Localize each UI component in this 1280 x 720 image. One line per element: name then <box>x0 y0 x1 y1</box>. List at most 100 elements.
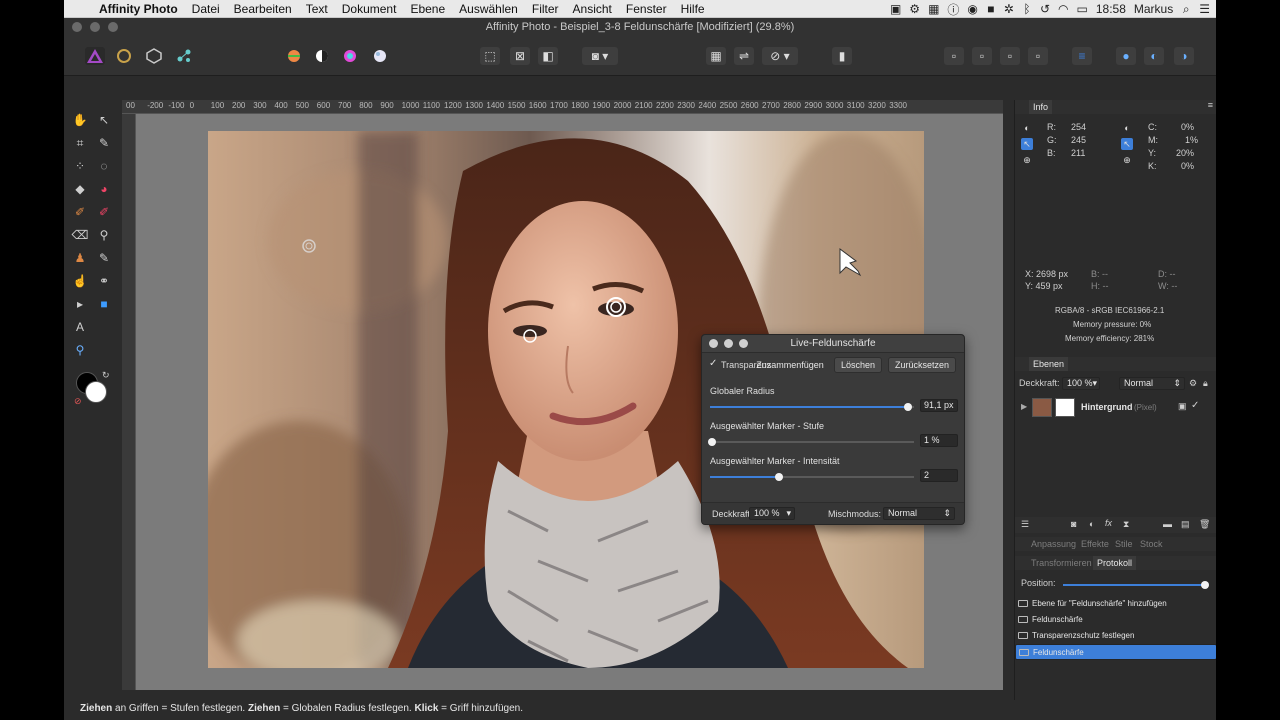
menu-text[interactable]: Text <box>299 2 335 16</box>
tab-stock[interactable]: Stock <box>1140 537 1163 551</box>
secondary-color-swatch[interactable] <box>85 381 107 403</box>
flood-fill-tool-icon[interactable]: ◆ <box>70 179 90 199</box>
zoom-window-button[interactable] <box>108 22 118 32</box>
gradient-tool-icon[interactable]: ◕ <box>94 179 114 199</box>
node-tool-icon[interactable]: ▸ <box>70 294 90 314</box>
snapping-icon[interactable]: ⇌ <box>734 47 754 65</box>
clone-tool-icon[interactable]: ♟ <box>70 248 90 268</box>
align-icon[interactable]: ≡ <box>1072 47 1092 65</box>
layers-opacity-select[interactable]: 100 % ▾ <box>1062 377 1100 390</box>
layers-blend-select[interactable]: Normal ⇕ <box>1119 377 1185 390</box>
tab-layers[interactable]: Ebenen <box>1029 357 1069 371</box>
battery-icon[interactable]: ▭ <box>1077 2 1088 16</box>
menu-hilfe[interactable]: Hilfe <box>674 2 712 16</box>
history-item[interactable]: Feldunschärfe <box>1015 612 1216 628</box>
crop-tool-icon[interactable]: ⌗ <box>70 133 90 153</box>
history-item-selected[interactable]: Feldunschärfe <box>1015 644 1216 660</box>
minimize-window-button[interactable] <box>90 22 100 32</box>
clock-time[interactable]: 18:58 <box>1096 2 1126 16</box>
move-front-icon[interactable]: ▫ <box>1028 47 1048 65</box>
camera-icon[interactable]: ▣ <box>890 2 901 16</box>
mask-layer-icon[interactable]: ◙ <box>1071 519 1076 529</box>
dialog-opacity-select[interactable]: 100 % ▾ <box>749 507 795 520</box>
menu-ebene[interactable]: Ebene <box>403 2 452 16</box>
tab-info[interactable]: Info <box>1029 100 1053 114</box>
pointer-source-icon[interactable]: ↖ <box>1021 138 1033 150</box>
fx-icon[interactable]: fx <box>1105 518 1112 528</box>
move-backward-icon[interactable]: ▫ <box>972 47 992 65</box>
tab-styles[interactable]: Stile <box>1115 537 1133 551</box>
marker-intensity-knob[interactable] <box>775 473 784 481</box>
wheel-icon[interactable]: ✲ <box>1004 2 1014 16</box>
spotlight-search-icon[interactable]: ⌕ <box>1181 2 1191 17</box>
rectangle-tool-icon[interactable]: ■ <box>94 294 114 314</box>
ellipse-marquee-tool-icon[interactable]: ◌ <box>94 156 114 176</box>
color-picker-icon[interactable]: ◐ <box>1021 122 1033 134</box>
zoom-tool-icon[interactable]: ⚲ <box>70 340 90 360</box>
hsl-icon[interactable] <box>340 47 360 65</box>
history-item[interactable]: Transparenzschutz festlegen <box>1015 628 1216 644</box>
info-circle-icon[interactable]: ⓘ <box>947 1 959 18</box>
menu-dokument[interactable]: Dokument <box>335 2 404 16</box>
time-machine-icon[interactable]: ↺ <box>1040 2 1050 16</box>
bluetooth-icon[interactable]: ᛒ <box>1022 2 1032 16</box>
color-replacement-brush-icon[interactable]: ✐ <box>94 202 114 222</box>
global-radius-slider[interactable] <box>710 403 914 411</box>
pointer-source-icon-2[interactable]: ↖ <box>1121 138 1133 150</box>
color-picker-tool-icon[interactable]: ✎ <box>94 133 114 153</box>
export-persona-icon[interactable] <box>174 47 194 65</box>
dialog-zoom-button[interactable] <box>739 339 748 348</box>
dialog-minimize-button[interactable] <box>724 339 733 348</box>
move-tool-icon[interactable]: ↖ <box>94 110 114 130</box>
target-icon[interactable]: ⊕ <box>1021 154 1033 166</box>
marker-level-value[interactable]: 1 % <box>920 434 958 447</box>
dialog-close-button[interactable] <box>709 339 718 348</box>
selection-brush-tool-icon[interactable]: ⁘ <box>70 156 90 176</box>
wifi-icon[interactable]: ◠ <box>1058 2 1068 16</box>
adjustment-layer-icon[interactable]: ◐ <box>1089 519 1094 529</box>
sync-icon[interactable]: ⚙ <box>909 2 920 16</box>
levels-icon[interactable] <box>312 47 332 65</box>
history-position-knob[interactable] <box>1201 581 1209 589</box>
layers-settings-icon[interactable]: ⚙ <box>1189 378 1197 389</box>
smudge-tool-icon[interactable]: ☝ <box>70 271 90 291</box>
layers-stack-icon[interactable]: ☰ <box>1021 519 1029 530</box>
layer-row-background[interactable]: ▶ Hintergrund (Pixel) ▣ ✓ <box>1015 396 1216 420</box>
history-item[interactable]: Ebene für "Feldunschärfe" hinzufügen <box>1015 596 1216 612</box>
menu-fenster[interactable]: Fenster <box>619 2 674 16</box>
text-tool-icon[interactable]: A <box>70 317 90 337</box>
close-window-button[interactable] <box>72 22 82 32</box>
red-eye-tool-icon[interactable]: ⚭ <box>94 271 114 291</box>
notification-list-icon[interactable]: ☰ <box>1199 2 1210 16</box>
quick-mask-dropdown[interactable]: ◙ ▾ <box>582 47 618 65</box>
color-balance-icon[interactable] <box>284 47 304 65</box>
blur-brush-tool-icon[interactable]: ✎ <box>94 248 114 268</box>
briefcase-icon[interactable]: ■ <box>986 2 996 16</box>
invert-selection-icon[interactable]: ◧ <box>538 47 558 65</box>
tab-transform[interactable]: Transformieren <box>1031 556 1092 570</box>
menu-filter[interactable]: Filter <box>525 2 566 16</box>
global-radius-knob[interactable] <box>903 403 912 411</box>
snapping-options-dropdown[interactable]: ⊘ ▾ <box>762 47 798 65</box>
grid-icon[interactable]: ▦ <box>928 2 939 16</box>
marker-level-slider[interactable] <box>708 438 914 446</box>
menu-auswaehlen[interactable]: Auswählen <box>452 2 525 16</box>
dialog-blend-select[interactable]: Normal ⇕ <box>883 507 955 520</box>
swap-colors-icon[interactable]: ↻ <box>102 370 110 381</box>
menu-bearbeiten[interactable]: Bearbeiten <box>227 2 299 16</box>
menu-ansicht[interactable]: Ansicht <box>566 2 619 16</box>
layer-lock-icon[interactable]: ▣ <box>1178 401 1187 412</box>
menu-datei[interactable]: Datei <box>185 2 227 16</box>
transparency-check-icon[interactable]: ✓ <box>709 358 717 369</box>
tab-adjustment[interactable]: Anpassung <box>1031 537 1076 551</box>
layers-lock-icon[interactable]: 🔒︎ <box>1203 378 1208 389</box>
marker-intensity-slider[interactable] <box>710 473 914 481</box>
marquee-select-icon[interactable]: ⬚ <box>480 47 500 65</box>
live-filter-icon[interactable]: ⧗ <box>1123 519 1129 530</box>
arrange-front-icon[interactable]: ▮ <box>832 47 852 65</box>
hand-tool-icon[interactable]: ✋ <box>70 110 90 130</box>
marker-level-knob[interactable] <box>708 438 717 446</box>
target-icon-2[interactable]: ⊕ <box>1121 154 1133 166</box>
photo-persona-icon[interactable] <box>85 47 105 65</box>
global-radius-value[interactable]: 91,1 px <box>920 399 958 412</box>
